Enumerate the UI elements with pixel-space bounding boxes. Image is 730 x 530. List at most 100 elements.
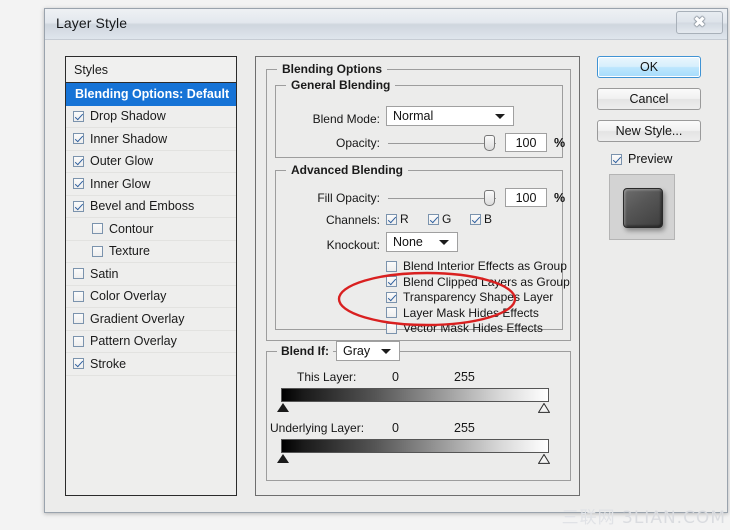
checkbox-box[interactable] <box>428 213 439 225</box>
underlying-layer-white-slider[interactable] <box>538 454 550 464</box>
blend-mode-dropdown[interactable]: Normal <box>386 106 514 126</box>
opacity-label: Opacity: <box>335 136 380 150</box>
close-button[interactable]: ✖ <box>676 11 723 34</box>
fill-opacity-input[interactable]: 100 <box>505 188 547 207</box>
new-style-button[interactable]: New Style... <box>597 120 701 142</box>
close-x-icon: ✖ <box>693 15 706 31</box>
style-enable-checkbox[interactable] <box>73 200 84 212</box>
checkbox-box[interactable] <box>386 291 397 303</box>
style-enable-checkbox[interactable] <box>73 110 84 122</box>
style-enable-checkbox[interactable] <box>73 268 84 280</box>
this-layer-black-slider[interactable] <box>277 403 289 412</box>
opacity-slider-track[interactable] <box>388 143 496 144</box>
style-list-item[interactable]: Outer Glow <box>66 151 236 173</box>
style-list-item-label: Inner Glow <box>90 176 151 191</box>
style-enable-checkbox[interactable] <box>92 245 103 257</box>
blending-options-group-title: Blending Options <box>277 62 387 76</box>
style-enable-checkbox[interactable] <box>73 178 84 190</box>
advanced-blending-group: Advanced Blending Fill Opacity: 100 % Ch… <box>275 163 570 335</box>
style-list-item-label: Contour <box>109 221 154 236</box>
checkbox-box[interactable] <box>386 276 397 287</box>
preview-swatch-shape <box>623 188 663 228</box>
style-enable-checkbox[interactable] <box>92 223 103 235</box>
advanced-option-checkbox[interactable]: Vector Mask Hides Effects <box>386 321 543 335</box>
preview-checkbox[interactable] <box>611 153 622 165</box>
blend-if-label: Blend If: <box>281 344 329 358</box>
style-list-item-label: Blending Options: Default <box>75 86 230 101</box>
style-list-item-label: Bevel and Emboss <box>90 199 195 214</box>
style-list-item-label: Satin <box>90 266 119 281</box>
this-layer-min: 0 <box>392 370 399 384</box>
style-list-item-label: Drop Shadow <box>90 109 166 124</box>
fill-opacity-slider-track[interactable] <box>388 198 496 199</box>
dialog-titlebar[interactable]: Layer Style ✖ <box>45 9 727 40</box>
channel-checkbox-r[interactable]: R <box>386 212 409 226</box>
general-blending-group: General Blending Blend Mode: Normal Opac… <box>275 78 565 158</box>
style-list-item[interactable]: Blending Options: Default <box>66 83 236 106</box>
advanced-option-checkbox[interactable]: Blend Clipped Layers as Group <box>386 275 570 289</box>
checkbox-box[interactable] <box>386 260 397 272</box>
style-list-item[interactable]: Gradient Overlay <box>66 308 236 331</box>
style-list-item[interactable]: Color Overlay <box>66 286 236 308</box>
underlying-layer-gradient-bar[interactable] <box>281 439 549 453</box>
preview-label: Preview <box>628 152 673 166</box>
style-enable-checkbox[interactable] <box>73 313 84 325</box>
channel-checkbox-b[interactable]: B <box>470 212 492 226</box>
underlying-layer-black-slider[interactable] <box>277 454 289 463</box>
style-list-item[interactable]: Stroke <box>66 353 236 376</box>
watermark-en-text: 3LIAN.COM <box>622 508 726 528</box>
preview-checkbox-row[interactable]: Preview <box>611 152 713 166</box>
blend-if-channel-dropdown[interactable]: Gray <box>336 341 400 361</box>
style-enable-checkbox[interactable] <box>73 133 84 145</box>
style-enable-checkbox[interactable] <box>73 358 84 370</box>
style-list-item-label: Inner Shadow <box>90 131 168 146</box>
this-layer-label: This Layer: <box>297 370 357 384</box>
dialog-body: Styles Blending Options: Default Drop Sha… <box>45 40 729 514</box>
advanced-option-checkbox[interactable]: Transparency Shapes Layer <box>386 290 553 304</box>
checkbox-box[interactable] <box>386 322 397 334</box>
this-layer-gradient-bar[interactable] <box>281 388 549 402</box>
chevron-down-icon <box>439 240 449 245</box>
style-enable-checkbox[interactable] <box>73 290 84 302</box>
underlying-layer-min: 0 <box>392 421 399 435</box>
cancel-button[interactable]: Cancel <box>597 88 701 110</box>
advanced-option-checkbox[interactable]: Layer Mask Hides Effects <box>386 306 539 320</box>
opacity-slider-thumb[interactable] <box>484 135 495 151</box>
style-list-item-label: Pattern Overlay <box>90 334 177 349</box>
style-list-item[interactable]: Contour <box>66 218 236 241</box>
advanced-blending-group-title: Advanced Blending <box>286 163 409 177</box>
style-enable-checkbox[interactable] <box>73 155 84 167</box>
knockout-value: None <box>393 235 423 249</box>
knockout-dropdown[interactable]: None <box>386 232 458 252</box>
checkbox-box[interactable] <box>470 213 481 225</box>
style-list-item[interactable]: Inner Shadow <box>66 128 236 151</box>
checkbox-box[interactable] <box>386 307 397 318</box>
underlying-layer-max: 255 <box>454 421 475 435</box>
style-list-item[interactable]: Bevel and Emboss <box>66 196 236 218</box>
style-list-item[interactable]: Pattern Overlay <box>66 331 236 353</box>
style-list-item[interactable]: Satin <box>66 263 236 286</box>
blending-options-group: Blending Options General Blending Blend … <box>266 62 571 341</box>
opacity-input[interactable]: 100 <box>505 133 547 152</box>
blend-if-group-title: Blend If: <box>277 344 333 358</box>
style-list-item-label: Gradient Overlay <box>90 311 185 326</box>
this-layer-white-slider[interactable] <box>538 403 550 413</box>
underlying-layer-label: Underlying Layer: <box>270 421 365 435</box>
style-list-item[interactable]: Texture <box>66 241 236 263</box>
checkbox-box[interactable] <box>386 213 397 225</box>
advanced-option-checkbox[interactable]: Blend Interior Effects as Group <box>386 259 567 273</box>
ok-button[interactable]: OK <box>597 56 701 78</box>
general-blending-group-title: General Blending <box>286 78 396 92</box>
this-layer-max: 255 <box>454 370 475 384</box>
fill-opacity-label: Fill Opacity: <box>317 191 380 205</box>
styles-panel-header: Styles <box>66 57 236 83</box>
blend-if-group: Blend If: Gray This Layer: 0 255 Underly… <box>266 341 571 481</box>
styles-list[interactable]: Blending Options: Default Drop Shadow Inne… <box>66 83 236 495</box>
fill-opacity-slider-thumb[interactable] <box>484 190 495 206</box>
style-list-item[interactable]: Drop Shadow <box>66 106 236 128</box>
style-list-item[interactable]: Inner Glow <box>66 173 236 196</box>
advanced-option-label: Vector Mask Hides Effects <box>403 321 543 335</box>
channel-checkbox-g[interactable]: G <box>428 212 451 226</box>
dialog-actions: OK Cancel New Style... Preview <box>597 56 713 240</box>
style-enable-checkbox[interactable] <box>73 335 84 347</box>
